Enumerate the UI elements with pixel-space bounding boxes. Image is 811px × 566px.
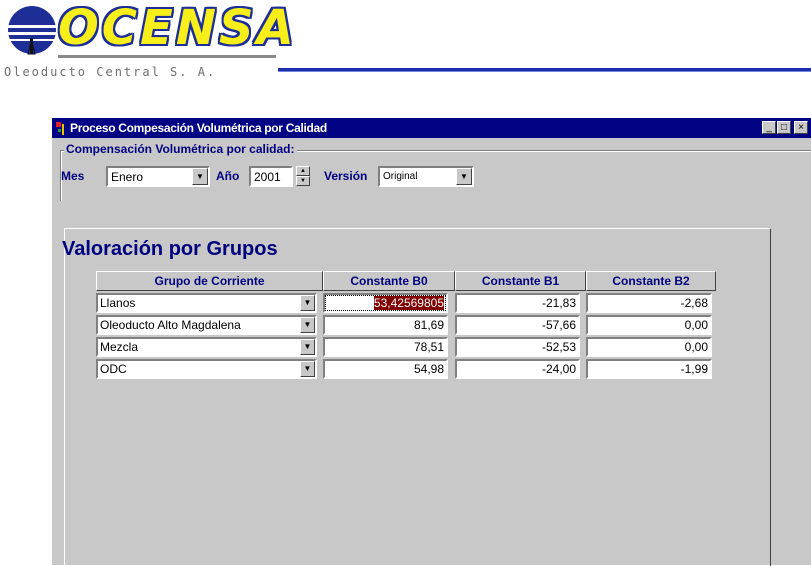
grupo-dropdown[interactable]: ODC ▼ — [96, 359, 317, 379]
logo-wordmark: OCENSA — [58, 0, 297, 56]
b2-input[interactable]: -1,99 — [586, 359, 712, 379]
header-rule — [278, 68, 811, 72]
minimize-button[interactable]: _ — [762, 121, 776, 134]
column-header-b1[interactable]: Constante B1 — [455, 271, 586, 291]
version-label: Versión — [324, 169, 368, 183]
app-window: Proceso Compesación Volumétrica por Cali… — [52, 118, 811, 566]
b0-input[interactable]: 53,42569805 — [323, 293, 448, 313]
window-titlebar[interactable]: Proceso Compesación Volumétrica por Cali… — [52, 118, 811, 138]
b0-input[interactable]: 78,51 — [323, 337, 448, 357]
mes-value: Enero — [111, 170, 144, 184]
b2-input[interactable]: 0,00 — [586, 337, 712, 357]
chevron-down-icon[interactable]: ▼ — [300, 317, 315, 333]
close-button[interactable]: × — [794, 121, 808, 134]
b2-input[interactable]: -2,68 — [586, 293, 712, 313]
spin-down-icon[interactable]: ▼ — [296, 176, 310, 186]
grupo-dropdown[interactable]: Oleoducto Alto Magdalena ▼ — [96, 315, 317, 335]
window-title: Proceso Compesación Volumétrica por Cali… — [70, 121, 327, 135]
filter-group-label: Compensación Volumétrica por calidad: — [64, 142, 297, 156]
grupo-value: Oleoducto Alto Magdalena — [100, 318, 241, 332]
maximize-button[interactable]: □ — [777, 121, 791, 134]
b0-input[interactable]: 81,69 — [323, 315, 448, 335]
mes-dropdown[interactable]: Enero ▼ — [106, 166, 210, 187]
anio-spinner[interactable]: ▲ ▼ — [296, 166, 310, 186]
chevron-down-icon[interactable]: ▼ — [192, 168, 208, 185]
grupo-value: Mezcla — [100, 340, 139, 354]
anio-input[interactable]: 2001 — [249, 166, 293, 187]
grupo-value: ODC — [100, 362, 127, 376]
globe-icon — [6, 6, 58, 55]
b1-input[interactable]: -21,83 — [455, 293, 580, 313]
app-icon — [56, 122, 64, 135]
grupo-value: Llanos — [100, 296, 136, 310]
logo-subtitle: Oleoducto Central S. A. — [4, 65, 217, 79]
mes-label: Mes — [61, 169, 85, 183]
logo-underline — [58, 55, 276, 58]
spin-up-icon[interactable]: ▲ — [296, 166, 310, 176]
b1-input[interactable]: -24,00 — [455, 359, 580, 379]
b2-input[interactable]: 0,00 — [586, 315, 712, 335]
column-header-grupo[interactable]: Grupo de Corriente — [96, 271, 323, 291]
chevron-down-icon[interactable]: ▼ — [300, 339, 315, 355]
chevron-down-icon[interactable]: ▼ — [456, 168, 472, 185]
grupo-dropdown[interactable]: Mezcla ▼ — [96, 337, 317, 357]
company-logo: OCENSA Oleoducto Central S. A. — [0, 0, 811, 80]
anio-label: Año — [216, 169, 240, 183]
b1-input[interactable]: -57,66 — [455, 315, 580, 335]
version-dropdown[interactable]: Original ▼ — [378, 166, 474, 187]
b0-input[interactable]: 54,98 — [323, 359, 448, 379]
anio-value: 2001 — [254, 170, 281, 184]
b0-value: 53,42569805 — [373, 296, 444, 310]
b1-input[interactable]: -52,53 — [455, 337, 580, 357]
version-value: Original — [383, 171, 418, 182]
chevron-down-icon[interactable]: ▼ — [300, 361, 315, 377]
column-header-b2[interactable]: Constante B2 — [586, 271, 716, 291]
grupo-dropdown[interactable]: Llanos ▼ — [96, 293, 317, 313]
panel-title: Valoración por Grupos — [62, 238, 278, 260]
column-header-b0[interactable]: Constante B0 — [323, 271, 455, 291]
chevron-down-icon[interactable]: ▼ — [300, 295, 315, 311]
